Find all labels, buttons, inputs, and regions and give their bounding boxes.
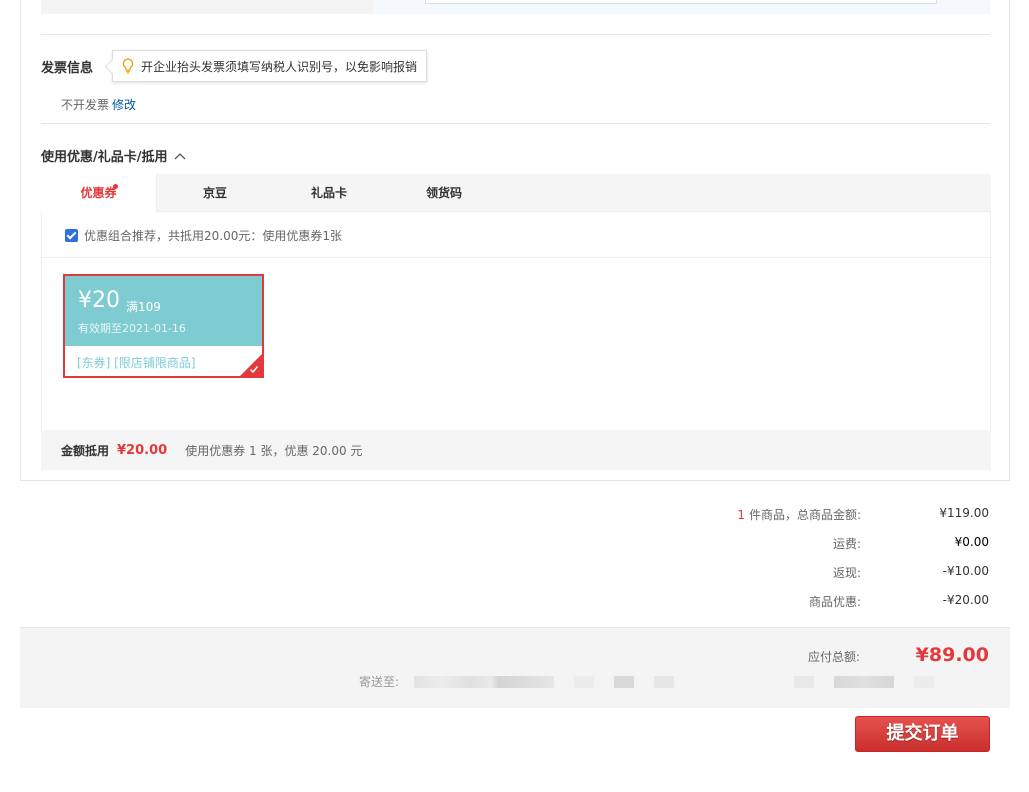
coupon-footer-label: 金额抵用 <box>61 443 110 458</box>
cashback-label: 返现: <box>832 566 861 580</box>
coupon-section-toggle[interactable]: 使用优惠/礼品卡/抵用 <box>41 146 186 165</box>
coupon-footer-amount: ¥20.00 <box>117 442 168 458</box>
lightbulb-icon <box>122 58 134 74</box>
tab-pickup-code[interactable]: 领货码 <box>386 174 502 212</box>
tab-coupons[interactable]: 优惠券 <box>41 174 157 213</box>
items-total-value: ¥119.00 <box>939 506 989 520</box>
coupon-validity: 有效期至2021-01-16 <box>78 322 186 335</box>
cashback-value: -¥10.00 <box>942 564 989 578</box>
receiver-blurred <box>794 676 814 688</box>
tab-gift-card[interactable]: 礼品卡 <box>271 174 387 212</box>
item-count: 1 <box>737 508 745 522</box>
combo-recommend-checkbox[interactable] <box>65 228 78 242</box>
combo-recommend-text: 优惠组合推荐，共抵用20.00元：使用优惠券1张 <box>84 228 342 243</box>
discount-label: 商品优惠: <box>808 595 861 609</box>
address-blurred <box>654 676 674 688</box>
address-blurred <box>414 676 554 688</box>
total-label: 应付总额: <box>807 650 860 664</box>
invoice-tooltip: 开企业抬头发票须填写纳税人识别号，以免影响报销 <box>112 50 427 82</box>
coupon-footer-desc: 使用优惠券 1 张，优惠 20.00 元 <box>185 443 363 458</box>
ship-to-label: 寄送至: <box>359 675 400 689</box>
shipping-label: 运费: <box>832 537 861 551</box>
check-icon <box>249 366 259 374</box>
coupon-condition: 满109 <box>126 300 161 314</box>
new-badge-dot <box>113 184 118 189</box>
phone-blurred <box>914 676 934 688</box>
address-blurred <box>614 676 634 688</box>
receiver-blurred <box>834 676 894 688</box>
coupon-tags: [东券] [限店铺限商品] <box>77 356 196 370</box>
chevron-up-icon <box>174 152 185 159</box>
items-label-text: 件商品，总商品金额: <box>748 508 861 522</box>
total-bar <box>20 627 1010 708</box>
discount-value: -¥20.00 <box>942 593 989 607</box>
top-strip-left <box>41 0 373 14</box>
coupon-card[interactable]: ¥20 满109 有效期至2021-01-16 [东券] [限店铺限商品] <box>63 274 264 378</box>
coupon-footer: 金额抵用 ¥20.00 使用优惠券 1 张，优惠 20.00 元 <box>41 430 991 470</box>
tab-coupons-label: 优惠券 <box>80 186 117 200</box>
coupon-card-head: ¥20 满109 有效期至2021-01-16 <box>65 276 262 346</box>
address-blurred <box>574 676 594 688</box>
divider <box>41 123 990 124</box>
coupon-amount: ¥20 <box>78 288 120 313</box>
invoice-tip-text: 开企业抬头发票须填写纳税人识别号，以免影响报销 <box>141 59 418 74</box>
combo-recommend-row: 优惠组合推荐，共抵用20.00元：使用优惠券1张 <box>41 213 991 258</box>
coupon-section-title: 使用优惠/礼品卡/抵用 <box>41 150 168 165</box>
total-value: ¥89.00 <box>915 644 989 666</box>
shipping-value: ¥0.00 <box>954 535 989 549</box>
submit-order-button[interactable]: 提交订单 <box>855 716 990 752</box>
tab-jingdou[interactable]: 京豆 <box>157 174 273 212</box>
invoice-modify-link[interactable]: 修改 <box>112 96 136 113</box>
invoice-status: 不开发票 <box>61 98 110 112</box>
invoice-title: 发票信息 <box>41 61 94 76</box>
remark-input[interactable] <box>425 0 937 4</box>
divider <box>41 34 990 35</box>
items-total-label: 1 件商品，总商品金额: <box>737 506 861 523</box>
